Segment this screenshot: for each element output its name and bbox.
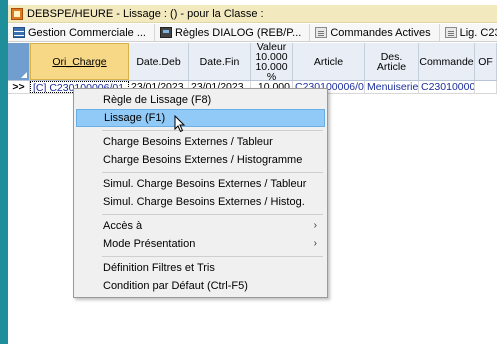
column-header-valeur[interactable]: Valeur 10.000 10.000 % [251,41,293,82]
column-header-ori-charge[interactable]: Ori_Charge [30,43,129,80]
menu-item-charge-histogramme[interactable]: Charge Besoins Externes / Histogramme [76,151,325,169]
mouse-pointer-icon [174,115,186,133]
tab-lignes-commande[interactable]: Lig. C230100006 : L [440,24,497,41]
row-indicator: >> [8,81,30,93]
cell-des-article[interactable]: Menuiserie [365,81,419,93]
menu-item-label: Charge Besoins Externes / Tableur [103,136,273,148]
column-header-commande[interactable]: Commande [419,43,475,80]
column-header-article[interactable]: Article [293,43,365,80]
cell-of[interactable] [475,81,497,93]
menu-item-label: Condition par Défaut (Ctrl-F5) [103,280,248,292]
window-title: DEBSPE/HEURE - Lissage : () - pour la Cl… [27,7,264,20]
menu-item-definition-filtres[interactable]: Définition Filtres et Tris [76,259,325,277]
menu-item-simul-histog[interactable]: Simul. Charge Besoins Externes / Histog. [76,193,325,211]
menu-item-label: Simul. Charge Besoins Externes / Tableur [103,178,307,190]
document-icon [315,27,328,38]
column-header-date-fin[interactable]: Date.Fin [189,43,251,80]
grid-corner-selector[interactable] [8,43,30,80]
menu-item-condition-defaut[interactable]: Condition par Défaut (Ctrl-F5) [76,277,325,295]
menu-separator [102,130,323,131]
app-window: DEBSPE/HEURE - Lissage : () - pour la Cl… [0,0,497,344]
tab-label: Gestion Commerciale ... [28,26,146,39]
column-header-date-deb[interactable]: Date.Deb [129,43,189,80]
menu-item-acces-a[interactable]: Accès à › [76,217,325,235]
submenu-arrow-icon: › [313,238,317,249]
monitor-icon [159,27,172,38]
menu-separator [102,172,323,173]
document-icon [444,27,457,38]
submenu-arrow-icon: › [313,220,317,231]
tab-regles-dialog[interactable]: Règles DIALOG (REB/P... [155,24,311,41]
column-header-des-article[interactable]: Des. Article [365,43,419,80]
tab-label: Règles DIALOG (REB/P... [174,26,302,39]
context-menu: Règle de Lissage (F8) Lissage (F1) Charg… [73,88,328,298]
data-grid: Ori_Charge Date.Deb Date.Fin Valeur 10.0… [8,41,497,94]
menu-item-charge-tableur[interactable]: Charge Besoins Externes / Tableur [76,133,325,151]
menu-item-label: Mode Présentation [103,238,196,250]
menu-item-label: Simul. Charge Besoins Externes / Histog. [103,196,305,208]
menu-item-regle-lissage[interactable]: Règle de Lissage (F8) [76,91,325,109]
tab-commandes-actives[interactable]: Commandes Actives [310,24,440,41]
menu-item-label: Lissage (F1) [104,112,166,124]
menu-item-label: Définition Filtres et Tris [103,262,215,274]
grid-icon [13,27,25,38]
menu-item-simul-tableur[interactable]: Simul. Charge Besoins Externes / Tableur [76,175,325,193]
menu-item-label: Charge Besoins Externes / Histogramme [103,154,303,166]
tab-label: Commandes Actives [330,26,431,39]
menu-separator [102,256,323,257]
grid-header-row: Ori_Charge Date.Deb Date.Fin Valeur 10.0… [8,41,497,82]
menu-item-label: Accès à [103,220,143,232]
menu-item-mode-presentation[interactable]: Mode Présentation › [76,235,325,253]
tab-label: Lig. C230100006 : L [459,26,497,39]
window-titlebar: DEBSPE/HEURE - Lissage : () - pour la Cl… [8,5,497,23]
left-accent-strip [0,0,8,344]
menu-separator [102,214,323,215]
menu-item-label: Règle de Lissage (F8) [103,94,212,106]
menu-item-lissage[interactable]: Lissage (F1) [76,109,325,127]
tab-gestion-commerciale[interactable]: Gestion Commerciale ... [8,24,155,41]
tab-bar: Gestion Commerciale ... Règles DIALOG (R… [8,24,497,42]
cell-commande[interactable]: C230100006 [419,81,475,93]
app-icon [11,7,23,20]
column-header-of[interactable]: OF [475,43,497,80]
